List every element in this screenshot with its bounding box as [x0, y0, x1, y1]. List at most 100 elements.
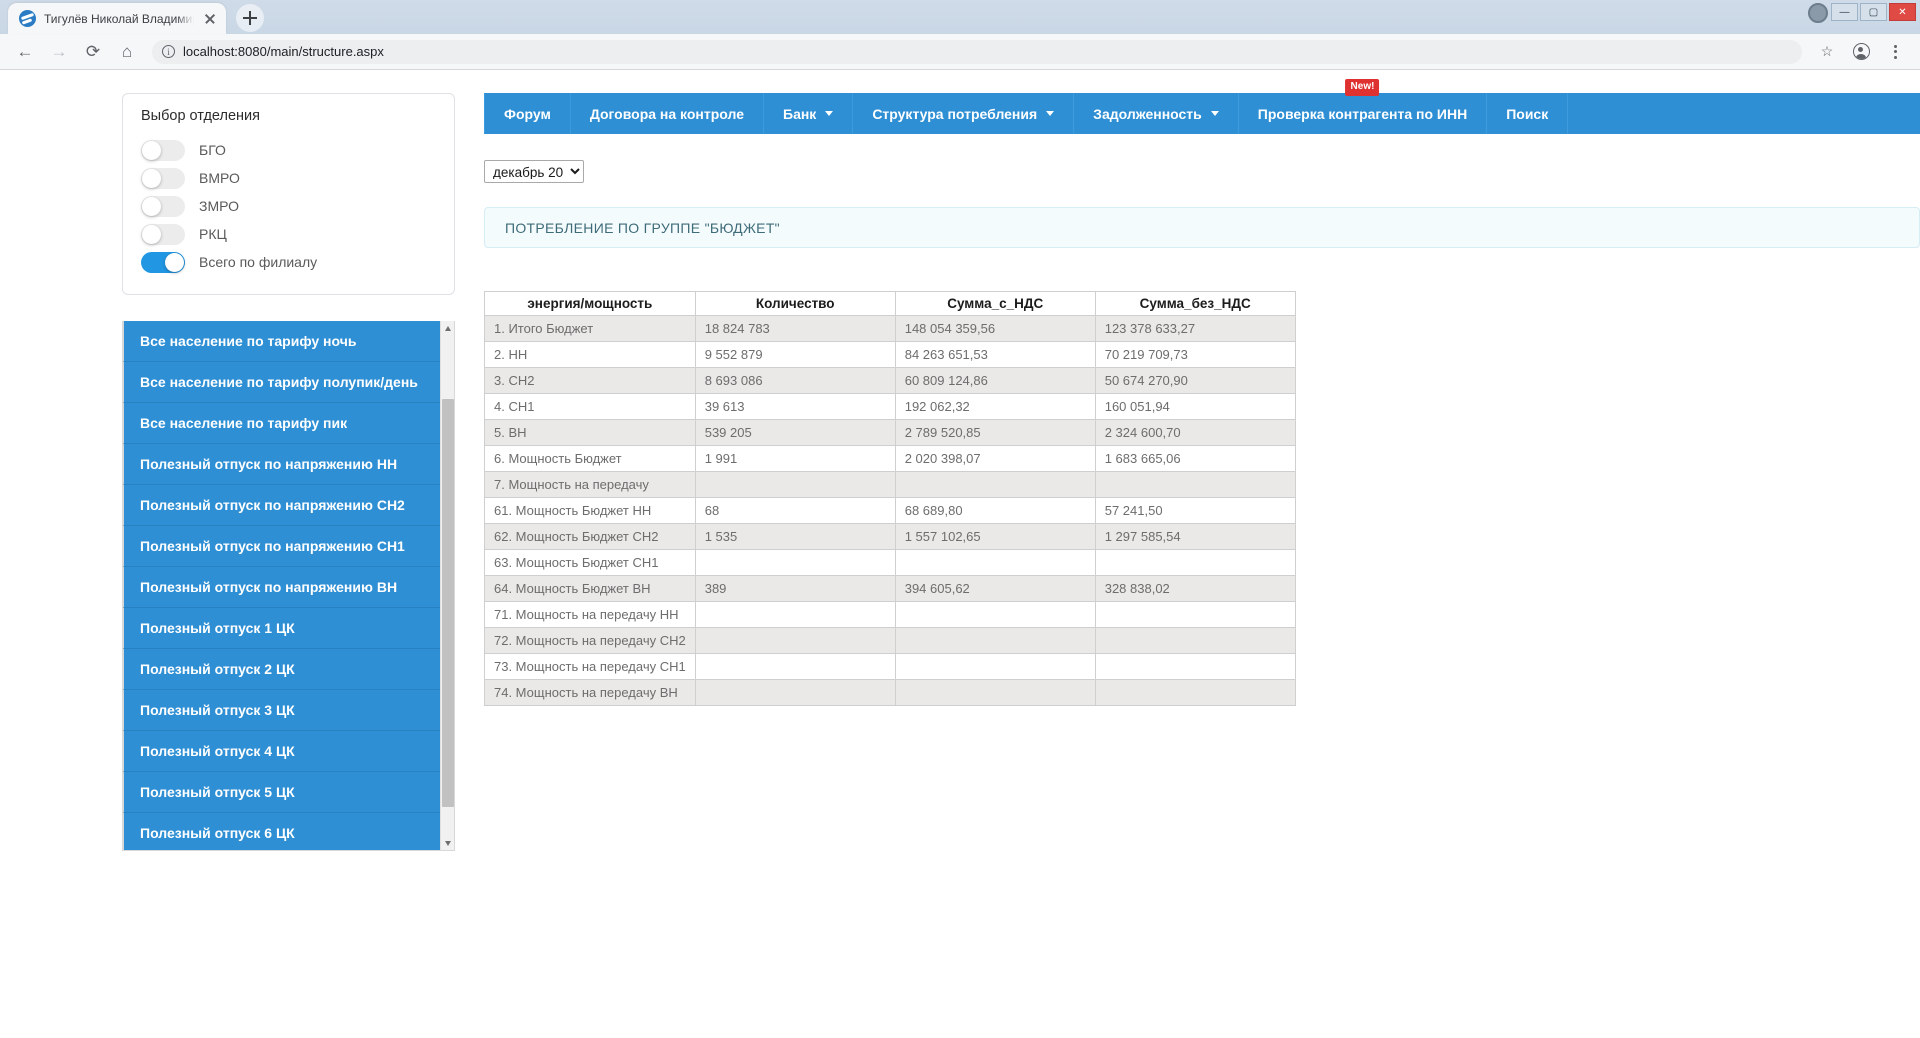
table-cell: 328 838,02 — [1095, 576, 1295, 602]
nav-item-1[interactable]: Договора на контроле — [571, 93, 764, 134]
table-cell: 50 674 270,90 — [1095, 368, 1295, 394]
table-cell: 7. Мощность на передачу — [485, 472, 696, 498]
table-row: 1. Итого Бюджет18 824 783148 054 359,561… — [485, 316, 1296, 342]
table-cell: 1 297 585,54 — [1095, 524, 1295, 550]
scrollbar-thumb[interactable] — [442, 399, 454, 807]
toggle-knob — [165, 253, 184, 272]
table-cell — [1095, 654, 1295, 680]
window-close-button[interactable]: ✕ — [1889, 3, 1916, 21]
maximize-button[interactable]: ▢ — [1860, 3, 1887, 21]
side-menu-item[interactable]: Полезный отпуск по напряжению СН2 — [123, 485, 440, 526]
table-cell: 57 241,50 — [1095, 498, 1295, 524]
new-tab-button[interactable] — [236, 4, 264, 32]
table-row: 62. Мощность Бюджет СН21 5351 557 102,65… — [485, 524, 1296, 550]
chevron-down-icon — [1211, 111, 1219, 116]
side-menu-item[interactable]: Все население по тарифу пик — [123, 403, 440, 444]
table-row: 3. СН28 693 08660 809 124,8650 674 270,9… — [485, 368, 1296, 394]
department-toggle-2[interactable] — [141, 196, 185, 217]
table-cell: 1. Итого Бюджет — [485, 316, 696, 342]
table-cell: 2 020 398,07 — [895, 446, 1095, 472]
side-menu-item[interactable]: Полезный отпуск 1 ЦК — [123, 608, 440, 649]
nav-item-2[interactable]: Банк — [764, 93, 853, 134]
window-controls: — ▢ ✕ — [1831, 3, 1916, 21]
close-icon[interactable] — [202, 11, 218, 27]
minimize-button[interactable]: — — [1831, 3, 1858, 21]
nav-item-3[interactable]: Структура потребления — [853, 93, 1074, 134]
table-row: 61. Мощность Бюджет НН6868 689,8057 241,… — [485, 498, 1296, 524]
department-toggle-row: ВМРО — [141, 164, 436, 192]
main-navbar: Форум Договора на контролеБанкСтруктура п… — [484, 93, 1920, 134]
side-menu-scrollbar[interactable] — [440, 321, 454, 850]
profile-icon[interactable] — [1846, 37, 1876, 67]
department-selector-title: Выбор отделения — [141, 108, 436, 124]
department-toggle-label: РКЦ — [199, 226, 227, 242]
department-toggle-row: БГО — [141, 136, 436, 164]
table-cell — [695, 550, 895, 576]
side-menu-item[interactable]: Полезный отпуск 3 ЦК — [123, 690, 440, 731]
nav-item-4[interactable]: Задолженность — [1074, 93, 1239, 134]
toggle-knob — [142, 225, 161, 244]
table-header-cell: Сумма_без_НДС — [1095, 292, 1295, 316]
nav-item-5[interactable]: Проверка контрагента по ИННNew! — [1239, 93, 1487, 134]
menu-kebab-icon[interactable] — [1880, 37, 1910, 67]
table-cell: 9 552 879 — [695, 342, 895, 368]
department-toggle-4[interactable] — [141, 252, 185, 273]
table-cell: 60 809 124,86 — [895, 368, 1095, 394]
department-toggle-row: ЗМРО — [141, 192, 436, 220]
table-cell — [895, 472, 1095, 498]
department-toggle-0[interactable] — [141, 140, 185, 161]
table-cell: 61. Мощность Бюджет НН — [485, 498, 696, 524]
profile-avatar[interactable] — [1808, 3, 1828, 23]
table-row: 73. Мощность на передачу СН1 — [485, 654, 1296, 680]
scroll-up-icon[interactable] — [441, 321, 455, 335]
bookmark-star-icon[interactable]: ☆ — [1812, 37, 1842, 67]
table-row: 71. Мощность на передачу НН — [485, 602, 1296, 628]
nav-item-label: Форум — [504, 106, 551, 122]
nav-item-0[interactable]: Форум — [484, 93, 571, 134]
browser-titlebar: Тигулёв Николай Владимирови — ▢ ✕ — [0, 0, 1920, 34]
table-header-row: энергия/мощностьКоличествоСумма_с_НДССум… — [485, 292, 1296, 316]
table-cell: 1 683 665,06 — [1095, 446, 1295, 472]
table-cell: 1 991 — [695, 446, 895, 472]
side-menu-item[interactable]: Полезный отпуск 5 ЦК — [123, 772, 440, 813]
table-header-cell: энергия/мощность — [485, 292, 696, 316]
table-cell: 2 789 520,85 — [895, 420, 1095, 446]
table-cell: 3. СН2 — [485, 368, 696, 394]
side-menu-item[interactable]: Полезный отпуск по напряжению ВН — [123, 567, 440, 608]
table-header-cell: Количество — [695, 292, 895, 316]
main-column: Форум Договора на контролеБанкСтруктура п… — [484, 93, 1920, 706]
period-select[interactable]: декабрь 2020 — [484, 160, 584, 183]
reload-icon[interactable]: ⟳ — [78, 37, 108, 67]
department-toggle-list: БГО ВМРОЗМРО РКЦ Всего по филиалу — [141, 136, 436, 276]
address-bar[interactable]: i localhost:8080/main/structure.aspx — [152, 40, 1802, 64]
table-cell: 5. ВН — [485, 420, 696, 446]
side-menu-item[interactable]: Полезный отпуск 4 ЦК — [123, 731, 440, 772]
site-info-icon[interactable]: i — [162, 45, 175, 58]
department-toggle-1[interactable] — [141, 168, 185, 189]
table-cell — [895, 680, 1095, 706]
table-cell: 389 — [695, 576, 895, 602]
scroll-down-icon[interactable] — [441, 836, 455, 850]
table-cell: 4. СН1 — [485, 394, 696, 420]
side-menu-item[interactable]: Полезный отпуск по напряжению СН1 — [123, 526, 440, 567]
table-cell: 394 605,62 — [895, 576, 1095, 602]
nav-item-6[interactable]: Поиск — [1487, 93, 1568, 134]
table-cell: 71. Мощность на передачу НН — [485, 602, 696, 628]
report-banner-text: ПОТРЕБЛЕНИЕ ПО ГРУППЕ "БЮДЖЕТ" — [505, 220, 780, 236]
table-cell — [895, 654, 1095, 680]
table-cell: 39 613 — [695, 394, 895, 420]
department-toggle-label: БГО — [199, 142, 226, 158]
department-toggle-3[interactable] — [141, 224, 185, 245]
side-menu-item[interactable]: Полезный отпуск по напряжению НН — [123, 444, 440, 485]
back-icon[interactable]: ← — [10, 37, 40, 67]
home-icon[interactable]: ⌂ — [112, 37, 142, 67]
side-menu-item[interactable]: Все население по тарифу полупик/день — [123, 362, 440, 403]
department-toggle-label: Всего по филиалу — [199, 254, 317, 270]
browser-tab[interactable]: Тигулёв Николай Владимирови — [8, 3, 226, 34]
chevron-down-icon — [1046, 111, 1054, 116]
side-menu-item[interactable]: Полезный отпуск 6 ЦК — [123, 813, 440, 850]
department-selector-card: Выбор отделения БГО ВМРОЗМРО РКЦ Всего по ф… — [122, 93, 455, 295]
side-menu-item[interactable]: Все население по тарифу ночь — [123, 321, 440, 362]
table-row: 74. Мощность на передачу ВН — [485, 680, 1296, 706]
side-menu-item[interactable]: Полезный отпуск 2 ЦК — [123, 649, 440, 690]
